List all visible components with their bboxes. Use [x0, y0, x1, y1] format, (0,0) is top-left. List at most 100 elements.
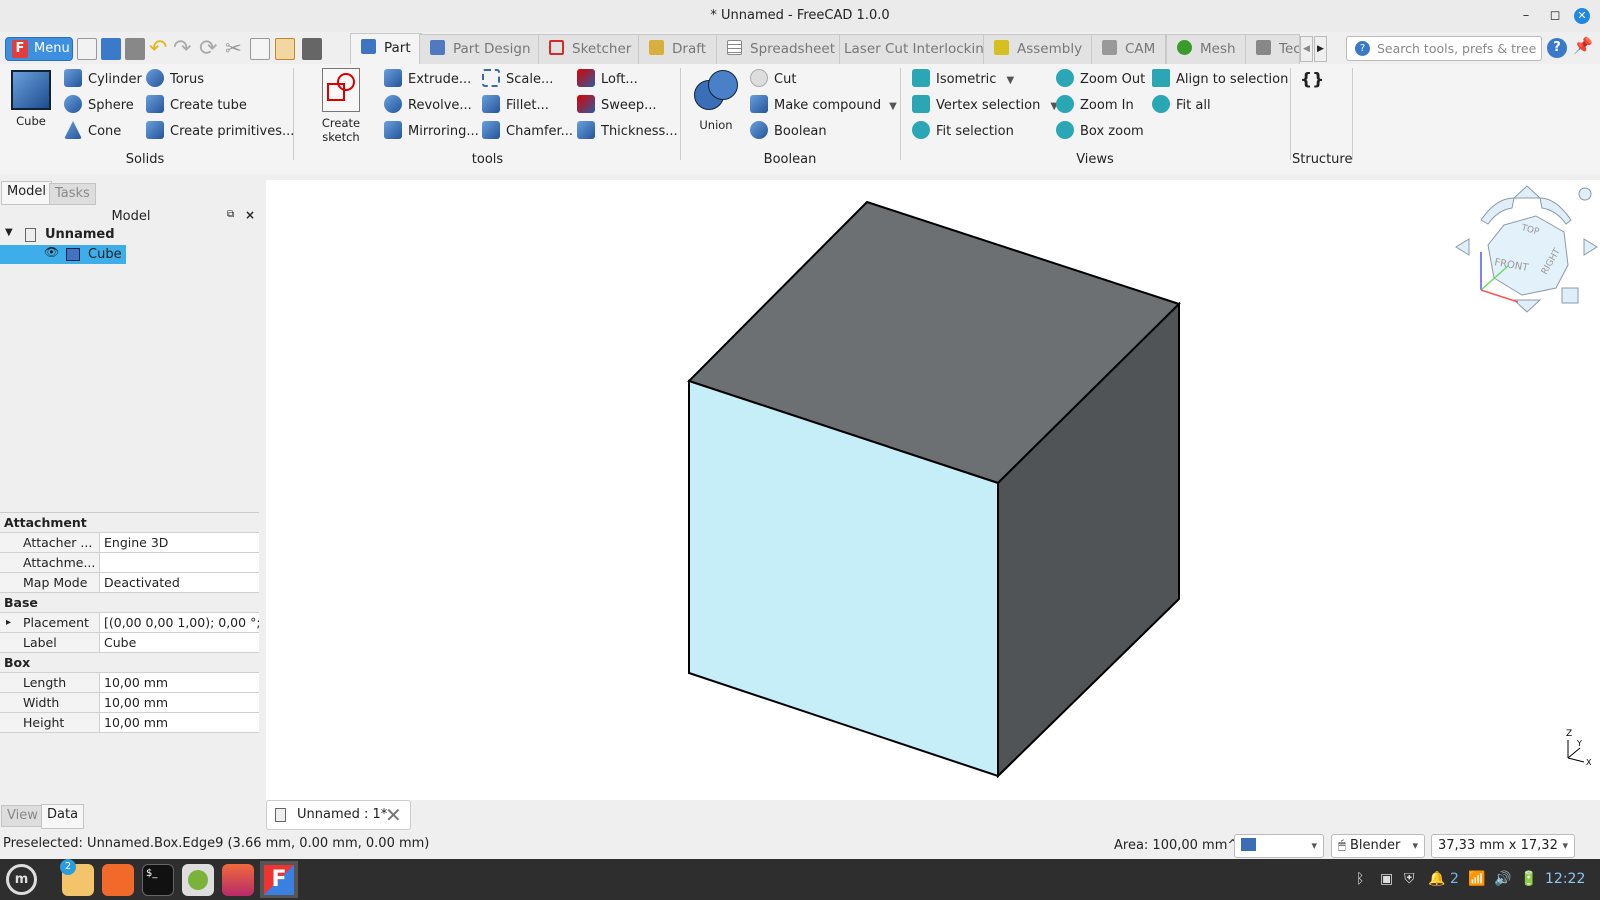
close-tab-icon[interactable]: ✕	[385, 801, 402, 829]
isometric-button[interactable]: Isometric ▼	[912, 69, 1014, 91]
nav-rotate-right-icon[interactable]	[1583, 238, 1598, 256]
cut-icon[interactable]: ✂	[225, 36, 242, 60]
scale-button[interactable]: Scale...	[482, 69, 553, 91]
viewport-canvas[interactable]: TOP FRONT RIGHT Z Y X	[266, 180, 1600, 800]
property-value[interactable]	[100, 553, 259, 572]
property-group[interactable]: Box	[0, 653, 259, 673]
thickness-button[interactable]: Thickness...	[577, 121, 678, 143]
property-value[interactable]: [(0,00 0,00 1,00); 0,00 °; ...	[100, 613, 259, 632]
tab-cam[interactable]: CAM	[1091, 34, 1167, 64]
property-group[interactable]: Base	[0, 593, 259, 613]
draw-style-dropdown[interactable]	[1234, 834, 1324, 858]
pin-icon[interactable]: 📌	[1572, 36, 1594, 62]
property-value[interactable]: Deactivated	[100, 573, 259, 592]
tab-techdraw[interactable]: Tec	[1245, 34, 1300, 64]
revolve-button[interactable]: Revolve...	[384, 95, 472, 117]
tab-spreadsheet[interactable]: Spreadsheet	[716, 34, 847, 64]
create-tube-button[interactable]: Create tube	[146, 95, 247, 117]
fit-selection-button[interactable]: Fit selection	[912, 121, 1014, 143]
cylinder-button[interactable]: Cylinder	[64, 69, 142, 91]
nav-rotate-up-icon[interactable]	[1512, 185, 1542, 199]
property-value[interactable]: Engine 3D	[100, 533, 259, 552]
property-row[interactable]: Attachme...	[0, 553, 259, 573]
float-panel-icon[interactable]: ⧉	[227, 209, 234, 220]
property-row[interactable]: Label Cube	[0, 633, 259, 653]
cut-button[interactable]: Cut	[750, 69, 796, 91]
bluetooth-icon[interactable]: ᛒ	[1356, 871, 1364, 887]
align-to-selection-button[interactable]: Align to selection	[1152, 69, 1288, 91]
navigation-style-dropdown[interactable]: 🖱 Blender	[1331, 834, 1425, 858]
boolean-button[interactable]: Boolean	[750, 121, 827, 143]
clipboard-icon[interactable]: ▣	[1380, 871, 1393, 887]
zoom-in-button[interactable]: Zoom In	[1056, 95, 1134, 117]
tab-model[interactable]: Model	[1, 181, 53, 205]
notifications-icon[interactable]: 🔔	[1428, 871, 1445, 887]
tree-item-cube[interactable]: 👁 Cube	[0, 245, 126, 264]
save-icon[interactable]	[125, 38, 145, 60]
property-row[interactable]: Width 10,00 mm	[0, 693, 259, 713]
chevron-down-icon[interactable]: ▼	[889, 101, 897, 112]
paste-icon[interactable]	[275, 38, 295, 60]
apps-grid-icon[interactable]	[182, 864, 214, 896]
box-zoom-button[interactable]: Box zoom	[1056, 121, 1144, 143]
close-button[interactable]: ✕	[1574, 8, 1590, 24]
tabs-scroll-right-button[interactable]: ▶	[1314, 36, 1327, 62]
property-row[interactable]: Height 10,00 mm	[0, 713, 259, 733]
fillet-button[interactable]: Fillet...	[482, 95, 549, 117]
structure-icon[interactable]: {}	[1300, 70, 1324, 90]
tab-laser-cut-interlocking[interactable]: Laser Cut Interlocking	[839, 34, 998, 64]
eye-icon[interactable]: 👁	[44, 245, 59, 259]
menu-button[interactable]: F Menu	[5, 37, 73, 61]
navigation-cube[interactable]	[1455, 185, 1598, 313]
tab-part[interactable]: Part	[350, 33, 422, 65]
tab-data[interactable]: Data	[41, 804, 85, 829]
cube-button[interactable]: Cube	[8, 70, 54, 128]
tab-part-design[interactable]: Part Design	[419, 34, 542, 64]
property-value[interactable]: Cube	[100, 633, 259, 652]
tree-item-unnamed[interactable]: Unnamed	[45, 226, 115, 244]
expand-arrow-icon[interactable]: ▸	[6, 613, 11, 632]
torus-button[interactable]: Torus	[146, 69, 204, 91]
zoom-out-button[interactable]: Zoom Out	[1056, 69, 1145, 91]
make-compound-button[interactable]: Make compound ▼	[750, 95, 897, 117]
image-viewer-app-icon[interactable]	[222, 864, 254, 896]
freecad-app-icon[interactable]: F	[260, 861, 298, 898]
open-file-icon[interactable]	[101, 38, 121, 60]
nav-rotate-left-icon[interactable]	[1455, 238, 1470, 256]
union-button[interactable]: Union	[690, 70, 742, 132]
clock[interactable]: 12:22	[1545, 871, 1585, 887]
battery-icon[interactable]: 🔋	[1520, 871, 1537, 887]
mirroring-button[interactable]: Mirroring...	[384, 121, 479, 143]
extrude-button[interactable]: Extrude...	[384, 69, 471, 91]
property-value[interactable]: 10,00 mm	[100, 673, 259, 692]
dimensions-dropdown[interactable]: 37,33 mm x 17,32 mm	[1431, 834, 1575, 875]
sphere-button[interactable]: Sphere	[64, 95, 134, 117]
maximize-button[interactable]: ◻	[1547, 8, 1563, 24]
chevron-down-icon[interactable]: ▼	[1006, 75, 1014, 86]
property-row[interactable]: Attacher ... Engine 3D	[0, 533, 259, 553]
tab-sketcher[interactable]: Sketcher	[538, 34, 643, 64]
property-group[interactable]: Attachment	[0, 513, 259, 533]
tab-tasks[interactable]: Tasks	[49, 183, 96, 205]
property-value[interactable]: 10,00 mm	[100, 693, 259, 712]
volume-icon[interactable]: 🔊	[1494, 871, 1511, 887]
create-primitives-button[interactable]: Create primitives...	[146, 121, 294, 143]
mint-menu-icon[interactable]: m	[6, 864, 37, 895]
nav-roll-right-icon[interactable]	[1539, 197, 1572, 225]
nav-roll-left-icon[interactable]	[1480, 197, 1515, 225]
whats-this-help-icon[interactable]: ?	[1547, 38, 1567, 58]
undo-icon[interactable]: ↶	[149, 36, 167, 61]
property-value[interactable]: 10,00 mm	[100, 713, 259, 732]
cone-button[interactable]: Cone	[64, 121, 121, 143]
tabs-scroll-left-button[interactable]: ◀	[1300, 36, 1313, 62]
nav-view-cube-icon[interactable]	[1561, 287, 1579, 304]
search-input[interactable]: ? Search tools, prefs & tree	[1346, 36, 1542, 61]
macro-icon[interactable]	[302, 38, 322, 60]
property-row[interactable]: ▸ Placement [(0,00 0,00 1,00); 0,00 °; ...	[0, 613, 259, 633]
close-panel-icon[interactable]: ×	[245, 208, 255, 222]
minimize-button[interactable]: –	[1518, 8, 1534, 24]
loft-button[interactable]: Loft...	[577, 69, 638, 91]
sweep-button[interactable]: Sweep...	[577, 95, 657, 117]
expand-arrow-icon[interactable]: ▼	[5, 227, 13, 238]
property-row[interactable]: Length 10,00 mm	[0, 673, 259, 693]
